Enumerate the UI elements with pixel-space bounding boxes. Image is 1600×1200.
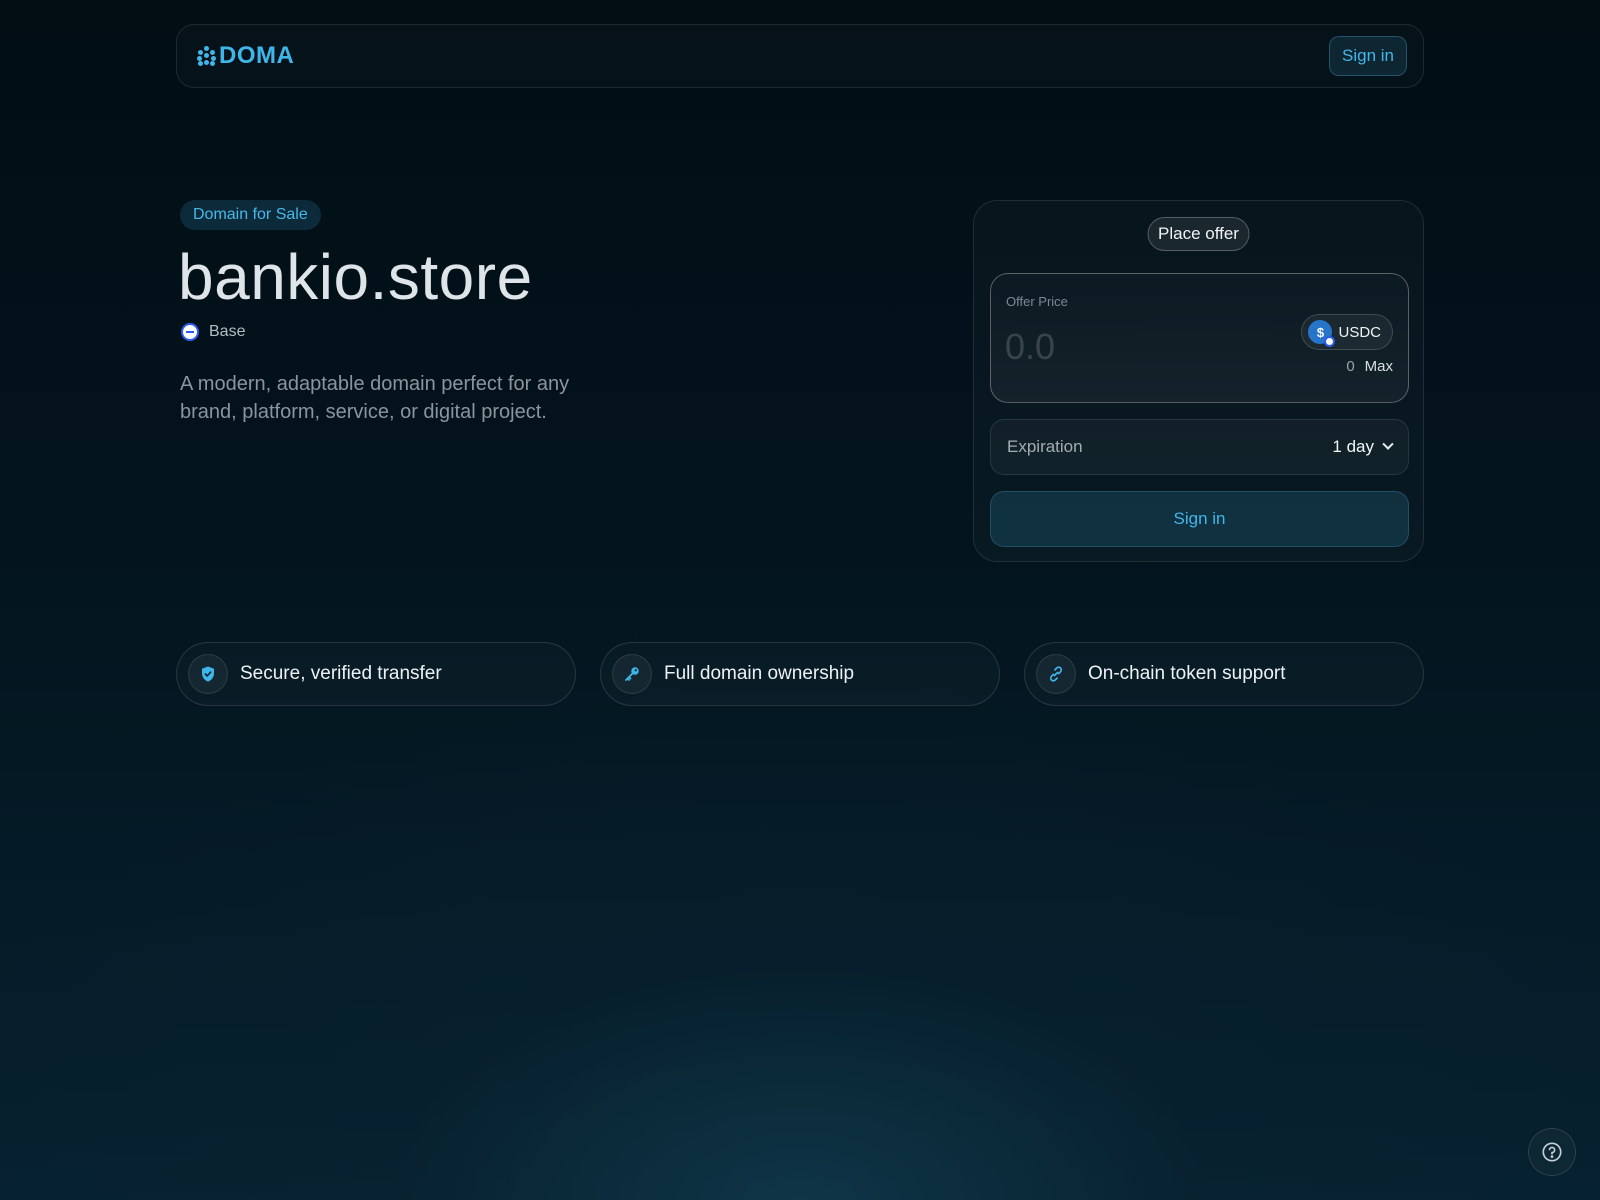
top-nav: DOMA Sign in: [176, 24, 1424, 88]
for-sale-badge: Domain for Sale: [180, 200, 321, 230]
feature-card: Secure, verified transfer: [176, 642, 576, 706]
token-symbol: USDC: [1338, 323, 1381, 341]
chain-indicator: Base: [181, 323, 245, 341]
card-signin-button[interactable]: Sign in: [990, 491, 1409, 547]
expiration-label: Expiration: [1007, 437, 1083, 456]
feature-card: On-chain token support: [1024, 642, 1424, 706]
expiration-select[interactable]: Expiration 1 day: [990, 419, 1409, 475]
token-balance: 0: [1346, 358, 1355, 375]
chevron-down-icon: [1382, 438, 1394, 450]
base-chain-icon: [181, 323, 199, 341]
key-icon: [612, 654, 652, 694]
feature-label: Secure, verified transfer: [240, 663, 442, 684]
token-selector[interactable]: $ USDC: [1301, 314, 1393, 350]
place-offer-tab[interactable]: Place offer: [1147, 217, 1250, 251]
link-icon: [1036, 654, 1076, 694]
usdc-icon: $: [1308, 320, 1336, 347]
brand-logo[interactable]: DOMA: [197, 42, 294, 70]
feature-card: Full domain ownership: [600, 642, 1000, 706]
balance-row: 0 Max: [1346, 358, 1393, 375]
domain-title: bankio.store: [178, 241, 533, 313]
features-row: Secure, verified transfer Full domain ow…: [176, 642, 1424, 706]
brand-name: DOMA: [219, 42, 295, 69]
chain-name: Base: [209, 323, 246, 340]
header-signin-button[interactable]: Sign in: [1329, 36, 1407, 76]
offer-price-box: Offer Price $ USDC 0 Max: [990, 273, 1409, 403]
max-button[interactable]: Max: [1365, 358, 1393, 375]
expiration-value-wrap[interactable]: 1 day: [1332, 437, 1394, 457]
expiration-value: 1 day: [1332, 437, 1374, 456]
help-button[interactable]: [1528, 1128, 1576, 1176]
feature-label: Full domain ownership: [664, 663, 855, 684]
base-chain-badge-icon: [1324, 336, 1336, 347]
doma-dots-icon: [197, 46, 217, 66]
offer-price-label: Offer Price: [1006, 294, 1068, 309]
feature-label: On-chain token support: [1088, 663, 1286, 684]
help-circle-icon: [1542, 1142, 1562, 1162]
offer-price-input[interactable]: [1005, 322, 1285, 372]
shield-check-icon: [188, 654, 228, 694]
offer-card: Place offer Offer Price $ USDC 0 Max Exp…: [973, 200, 1424, 562]
domain-description: A modern, adaptable domain perfect for a…: [180, 373, 570, 423]
